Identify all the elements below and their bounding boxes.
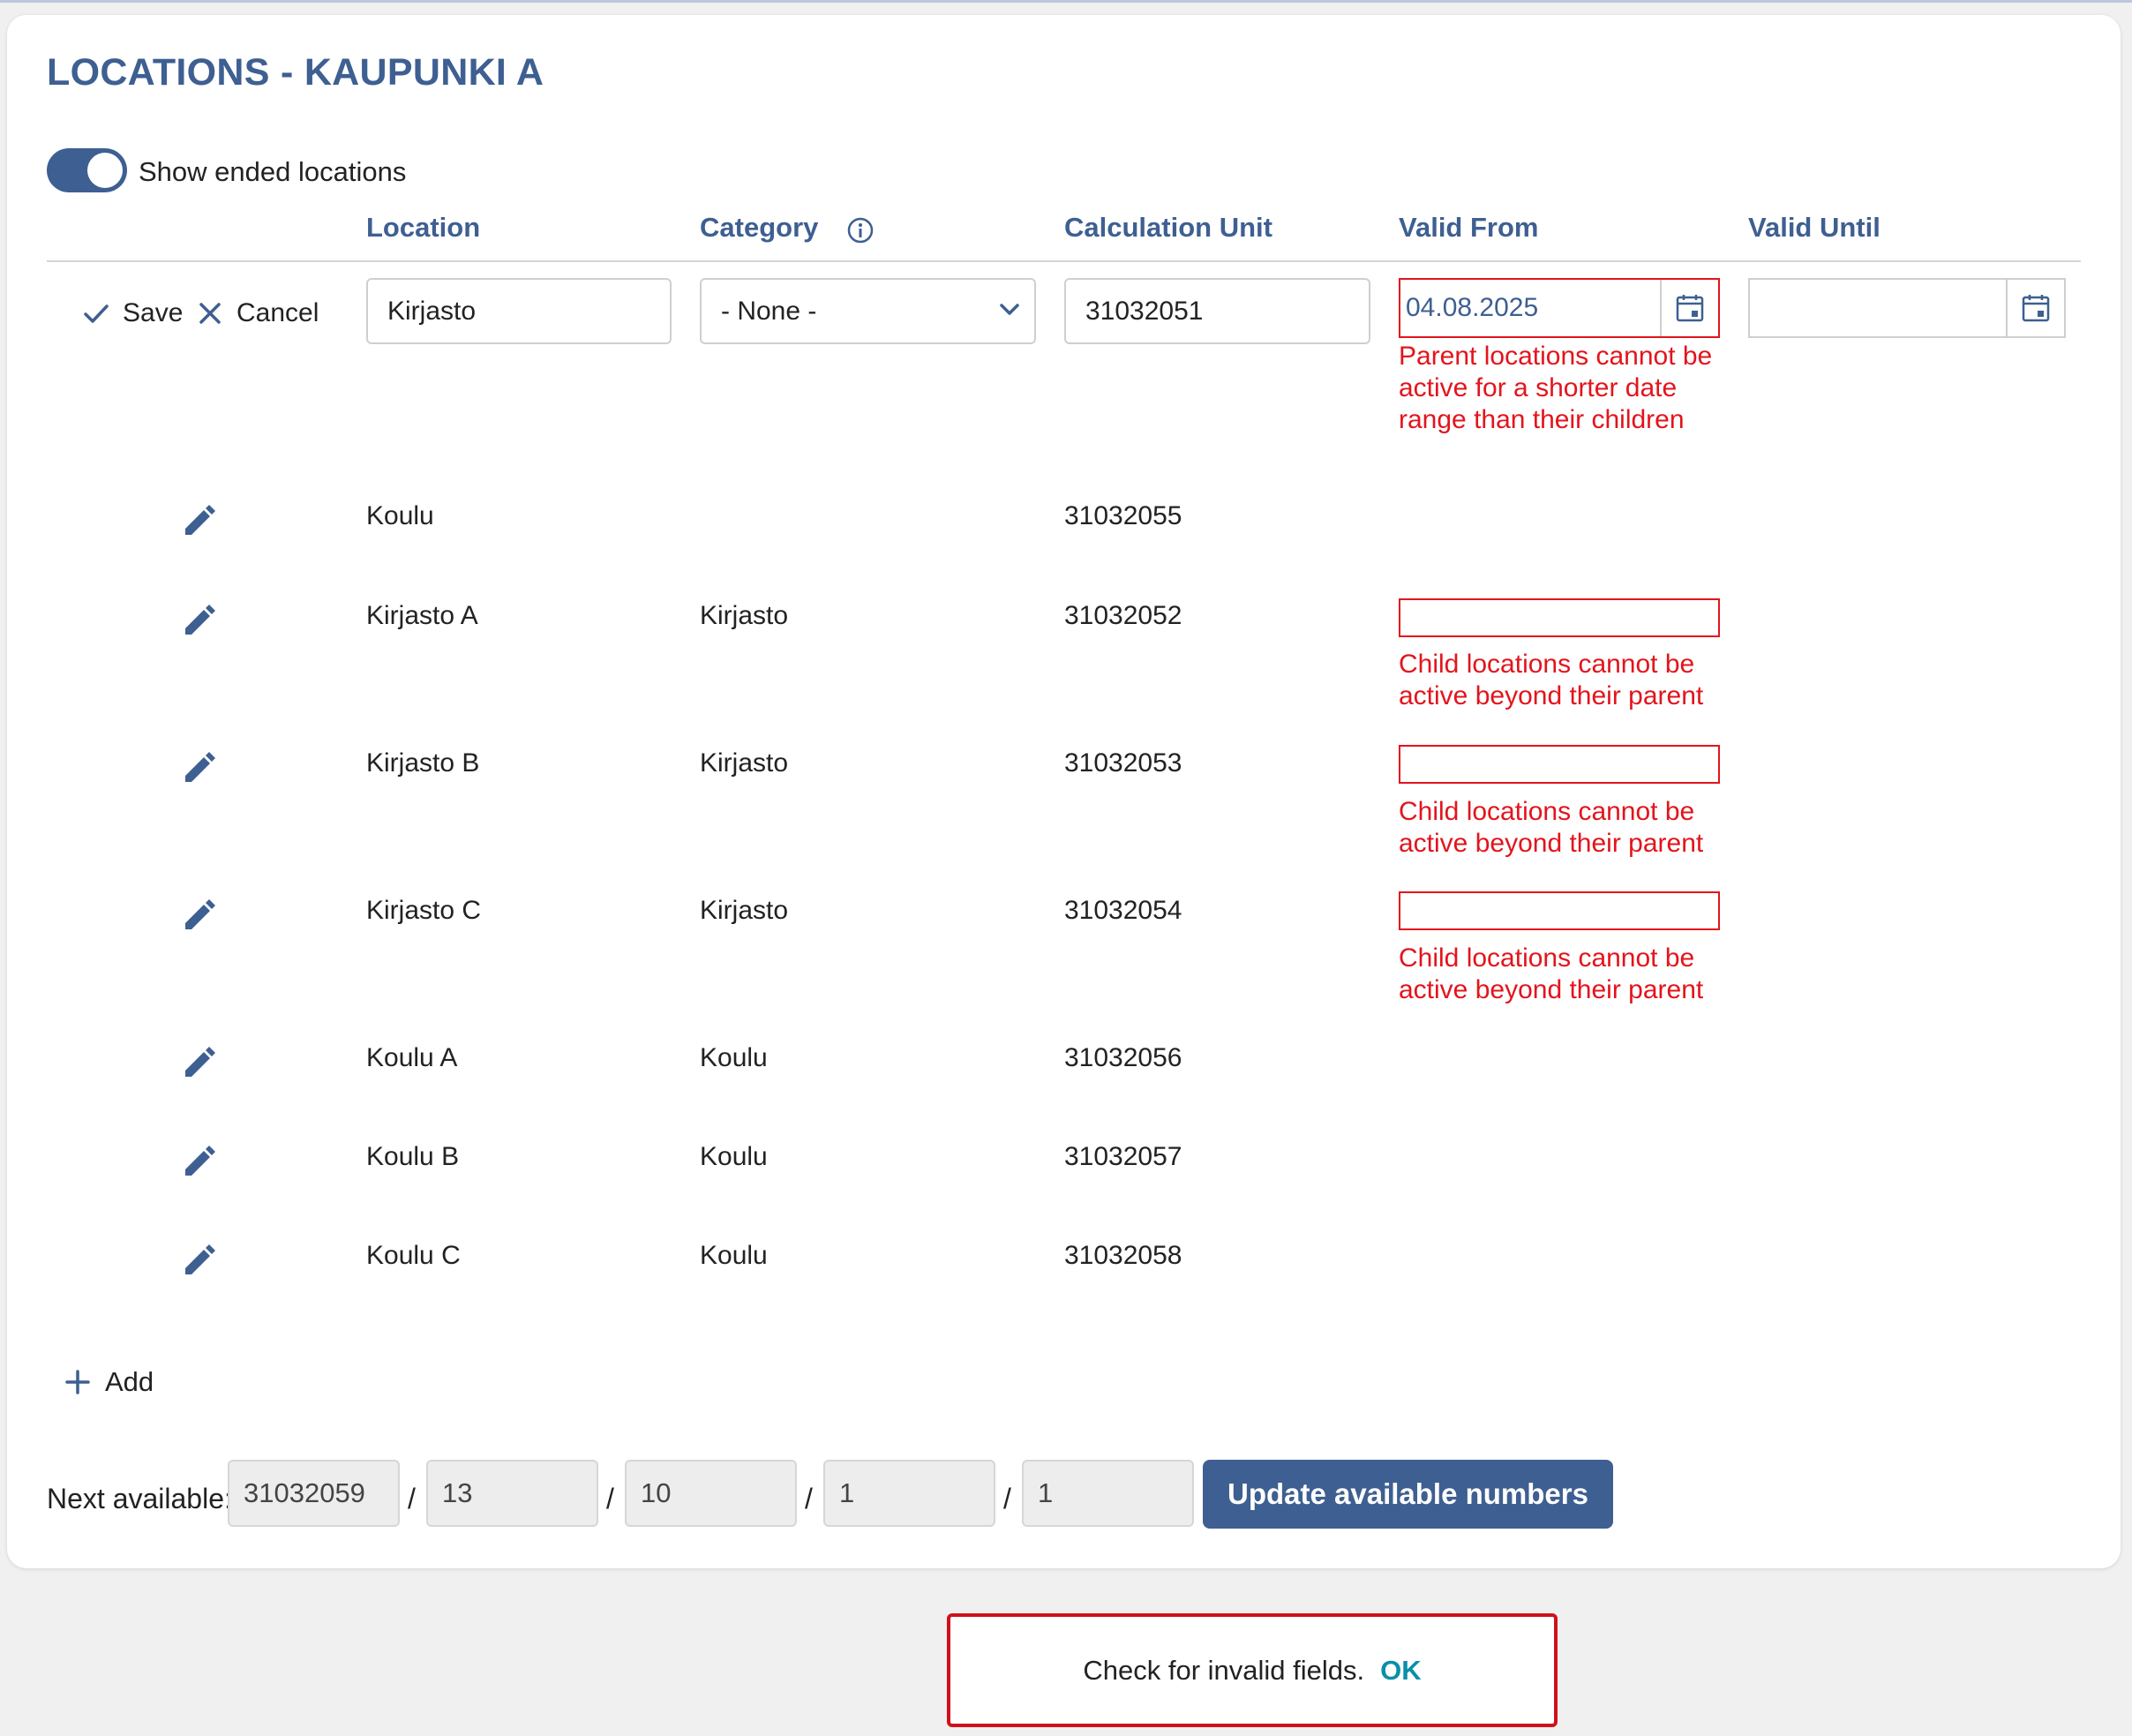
show-ended-label: Show ended locations [139, 156, 407, 187]
toggle-knob [87, 153, 123, 188]
next-available-field-4[interactable]: 1 [823, 1460, 995, 1527]
toast-message: Check for invalid fields. [1083, 1654, 1365, 1686]
pencil-icon[interactable] [178, 501, 219, 542]
column-header-category: Category [700, 212, 819, 243]
next-available-field-3[interactable]: 10 [625, 1460, 797, 1527]
pencil-icon[interactable] [178, 1043, 219, 1084]
row-location: Koulu [366, 501, 434, 530]
location-name-value: Kirjasto [387, 296, 477, 326]
row-category: Koulu [700, 1241, 768, 1270]
chevron-down-icon [1000, 304, 1019, 315]
row-location: Koulu B [366, 1142, 460, 1171]
row-calculation-unit: 31032053 [1064, 748, 1182, 778]
valid-from-input[interactable]: 04.08.2025 [1399, 278, 1720, 338]
separator-slash: / [1003, 1483, 1011, 1514]
calculation-unit-input[interactable]: 31032051 [1064, 278, 1370, 344]
next-available-value-5: 1 [1038, 1477, 1054, 1508]
pencil-icon[interactable] [178, 748, 219, 789]
pencil-icon[interactable] [178, 1241, 219, 1281]
row-calculation-unit: 31032054 [1064, 896, 1182, 925]
row-category: Kirjasto [700, 601, 789, 630]
row-valid-from-field [1399, 745, 1720, 784]
valid-until-input[interactable] [1748, 278, 2066, 338]
next-available-field-5[interactable]: 1 [1022, 1460, 1194, 1527]
row-location: Kirjasto A [366, 601, 478, 630]
calendar-icon [2022, 295, 2050, 322]
show-ended-toggle[interactable] [47, 148, 127, 192]
next-available-label: Next available: [47, 1483, 232, 1514]
calculation-unit-value: 31032051 [1085, 296, 1204, 326]
row-calculation-unit: 31032052 [1064, 601, 1182, 630]
location-name-input[interactable]: Kirjasto [366, 278, 672, 344]
next-available-value-2: 13 [442, 1477, 473, 1508]
cancel-button[interactable]: Cancel [196, 298, 319, 328]
pencil-icon[interactable] [178, 1142, 219, 1183]
next-available-field-1[interactable]: 31032059 [228, 1460, 400, 1527]
column-header-calculation-unit: Calculation Unit [1064, 212, 1272, 243]
next-available-value-4: 1 [839, 1477, 855, 1508]
row-error-message: Child locations cannot be active beyond … [1399, 650, 1704, 710]
header-divider [47, 260, 2081, 262]
page-title: LOCATIONS - KAUPUNKI A [47, 51, 544, 94]
cancel-label: Cancel [236, 298, 319, 327]
save-label: Save [123, 298, 184, 327]
row-calculation-unit: 31032058 [1064, 1241, 1182, 1270]
row-calculation-unit: 31032055 [1064, 501, 1182, 530]
row-location: Koulu C [366, 1241, 461, 1270]
row-valid-from-field [1399, 891, 1720, 930]
calendar-icon [1676, 295, 1704, 322]
update-available-numbers-button[interactable]: Update available numbers [1203, 1460, 1613, 1529]
row-error-message: Child locations cannot be active beyond … [1399, 943, 1704, 1004]
save-button[interactable]: Save [82, 298, 183, 328]
column-header-location: Location [366, 212, 481, 243]
category-selected-value: - None - [721, 296, 817, 326]
row-error-message: Child locations cannot be active beyond … [1399, 797, 1704, 858]
add-label: Add [105, 1366, 154, 1397]
separator-slash: / [805, 1483, 813, 1514]
row-category: Kirjasto [700, 896, 789, 925]
row-location: Koulu A [366, 1043, 458, 1072]
row-calculation-unit: 31032056 [1064, 1043, 1182, 1072]
valid-from-value: 04.08.2025 [1406, 293, 1539, 322]
close-icon [199, 303, 221, 324]
pencil-icon[interactable] [178, 601, 219, 642]
pencil-icon[interactable] [178, 896, 219, 936]
next-available-value-1: 31032059 [244, 1477, 365, 1508]
info-icon[interactable] [846, 216, 875, 244]
next-available-value-3: 10 [641, 1477, 672, 1508]
valid-from-error-message: Parent locations cannot be active for a … [1399, 342, 1713, 434]
row-category: Kirjasto [700, 748, 789, 778]
row-valid-from-field [1399, 598, 1720, 637]
row-location: Kirjasto C [366, 896, 482, 925]
next-available-field-2[interactable]: 13 [426, 1460, 598, 1527]
row-calculation-unit: 31032057 [1064, 1142, 1182, 1171]
row-category: Koulu [700, 1043, 768, 1072]
add-location-button[interactable]: Add [64, 1366, 154, 1398]
column-header-valid-until: Valid Until [1748, 212, 1881, 243]
validation-toast: Check for invalid fields. OK [947, 1613, 1558, 1727]
row-category: Koulu [700, 1142, 768, 1171]
toast-ok-button[interactable]: OK [1380, 1655, 1422, 1687]
valid-from-calendar-button[interactable] [1660, 280, 1718, 336]
row-location: Kirjasto B [366, 748, 480, 778]
column-header-valid-from: Valid From [1399, 212, 1539, 243]
top-border [0, 0, 2132, 3]
valid-until-calendar-button[interactable] [2006, 280, 2064, 336]
check-icon [84, 304, 109, 323]
separator-slash: / [606, 1483, 614, 1514]
plus-icon [65, 1370, 90, 1394]
separator-slash: / [408, 1483, 416, 1514]
locations-card [7, 15, 2121, 1568]
category-select[interactable]: - None - [700, 278, 1036, 344]
